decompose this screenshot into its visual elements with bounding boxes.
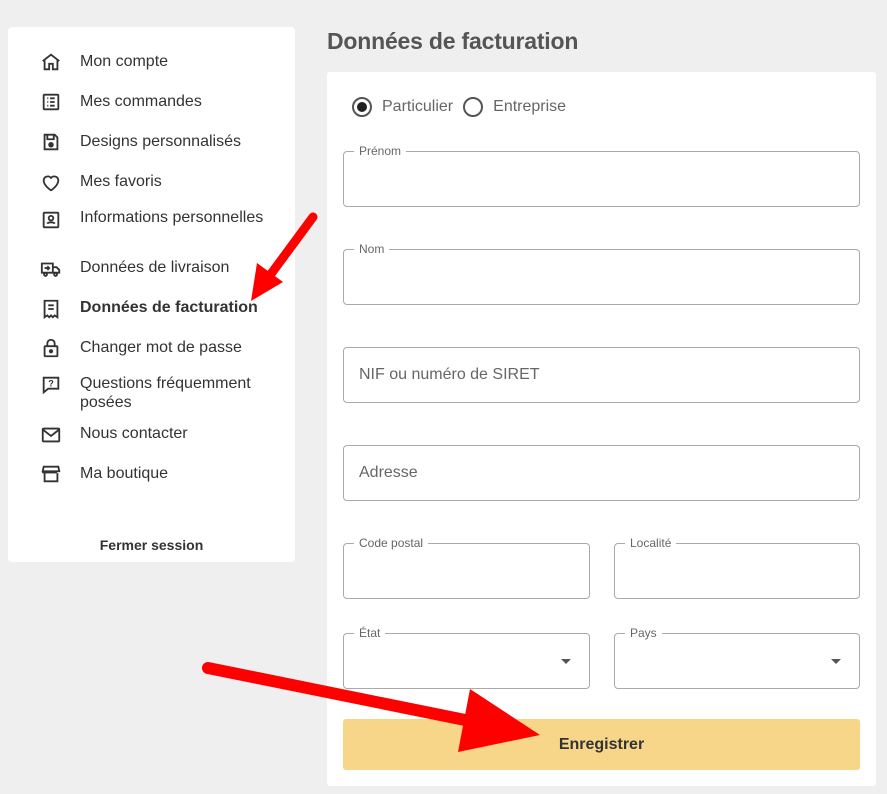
- sidebar-item-label: Données de livraison: [80, 259, 230, 276]
- code-postal-input[interactable]: [344, 544, 589, 598]
- chevron-down-icon: [831, 659, 841, 664]
- adresse-input[interactable]: [344, 446, 859, 500]
- lock-icon: [39, 336, 63, 360]
- sidebar-item-label: Designs personnalisés: [80, 133, 241, 150]
- svg-text:?: ?: [48, 378, 54, 388]
- list-icon: [39, 90, 63, 114]
- sidebar-item-label: Nous contacter: [80, 425, 188, 442]
- sidebar-item-label: Questions fréquemment posées: [80, 375, 251, 411]
- sidebar-item-mon-compte[interactable]: Mon compte: [8, 49, 295, 73]
- sidebar-item-informations[interactable]: Informations personnelles: [8, 207, 295, 247]
- prenom-input[interactable]: [344, 152, 859, 206]
- sidebar-item-livraison[interactable]: Données de livraison: [8, 255, 295, 279]
- sidebar-item-label: Mes favoris: [80, 173, 162, 190]
- page-title: Données de facturation: [327, 28, 579, 54]
- radio-particulier-label[interactable]: Particulier: [382, 98, 453, 116]
- sidebar-item-faq[interactable]: ? Questions fréquemment posées: [8, 373, 295, 413]
- save-button[interactable]: Enregistrer: [343, 719, 860, 770]
- etat-label: État: [354, 626, 386, 640]
- nom-input[interactable]: [344, 250, 859, 304]
- store-icon: [39, 462, 63, 486]
- receipt-icon: [39, 297, 63, 321]
- sidebar-item-mes-commandes[interactable]: Mes commandes: [8, 89, 295, 113]
- save-icon: [39, 130, 63, 154]
- heart-icon: [39, 171, 63, 195]
- localite-field[interactable]: Localité: [614, 536, 860, 599]
- nif-input[interactable]: [344, 348, 859, 402]
- account-sidebar: Mon compte Mes commandes Designs personn…: [8, 27, 295, 562]
- sidebar-item-label: Ma boutique: [80, 465, 169, 482]
- sidebar-item-mot-de-passe[interactable]: Changer mot de passe: [8, 335, 295, 359]
- pays-select[interactable]: Pays: [614, 626, 860, 689]
- radio-entreprise-label[interactable]: Entreprise: [493, 98, 566, 116]
- logout-link[interactable]: Fermer session: [8, 537, 295, 553]
- radio-entreprise[interactable]: [463, 97, 484, 117]
- radio-particulier[interactable]: [352, 97, 372, 117]
- truck-icon: [39, 257, 63, 281]
- sidebar-item-boutique[interactable]: Ma boutique: [8, 461, 295, 485]
- etat-select[interactable]: État: [343, 626, 590, 689]
- mail-icon: [39, 423, 63, 447]
- nom-field[interactable]: Nom: [343, 242, 860, 305]
- home-icon: [39, 50, 63, 74]
- prenom-field[interactable]: Prénom: [343, 144, 860, 207]
- question-icon: ?: [39, 373, 63, 397]
- sidebar-item-label: Mon compte: [80, 53, 169, 70]
- sidebar-item-label: Informations personnelles: [80, 209, 264, 226]
- id-card-icon: [39, 208, 63, 232]
- sidebar-item-label: Mes commandes: [80, 93, 202, 110]
- adresse-field[interactable]: [343, 445, 860, 501]
- sidebar-item-label: Données de facturation: [80, 299, 258, 316]
- sidebar-item-contact[interactable]: Nous contacter: [8, 421, 295, 445]
- sidebar-item-label: Changer mot de passe: [80, 339, 242, 356]
- sidebar-item-designs[interactable]: Designs personnalisés: [8, 129, 295, 153]
- sidebar-item-mes-favoris[interactable]: Mes favoris: [8, 169, 295, 193]
- pays-label: Pays: [625, 626, 662, 640]
- billing-form-card: Particulier Entreprise Prénom Nom Code p…: [327, 72, 876, 786]
- chevron-down-icon: [561, 659, 571, 664]
- sidebar-item-facturation[interactable]: Données de facturation: [8, 295, 295, 319]
- code-postal-field[interactable]: Code postal: [343, 536, 590, 599]
- nif-field[interactable]: [343, 347, 860, 403]
- localite-input[interactable]: [615, 544, 859, 598]
- customer-type-radio-group: Particulier Entreprise: [352, 97, 576, 117]
